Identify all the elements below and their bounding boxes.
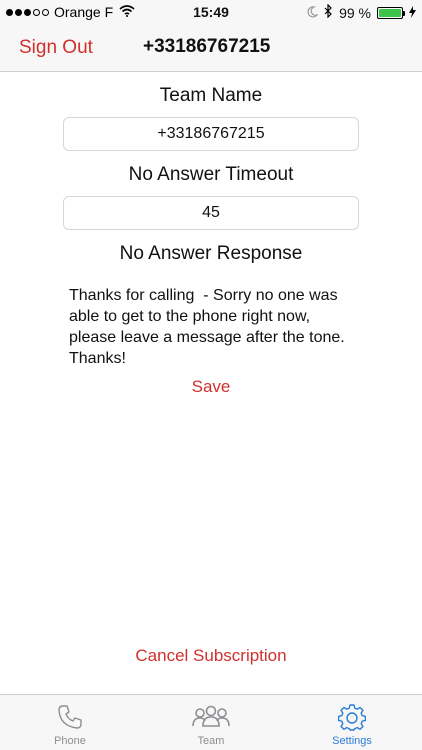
team-icon [191, 703, 231, 731]
battery-level-fill [379, 8, 401, 17]
gear-icon [338, 703, 366, 731]
no-answer-timeout-label: No Answer Timeout [128, 164, 294, 185]
cancel-subscription-button[interactable]: Cancel Subscription [0, 646, 422, 666]
tab-bar: Phone Team Settings [0, 694, 422, 750]
tab-phone[interactable]: Phone [0, 695, 140, 750]
sign-out-button[interactable]: Sign Out [19, 37, 93, 59]
tab-label: Phone [54, 735, 86, 747]
page-title: +33186767215 [143, 36, 271, 57]
status-bar: Orange F 15:49 99 % [0, 0, 422, 24]
tab-settings[interactable]: Settings [282, 695, 422, 750]
moon-icon [307, 5, 319, 21]
tab-team[interactable]: Team [141, 695, 281, 750]
no-answer-response-field[interactable]: Thanks for calling - Sorry no one was ab… [69, 285, 359, 369]
team-name-label: Team Name [159, 85, 263, 106]
tab-label: Team [197, 735, 225, 747]
phone-icon [57, 703, 83, 731]
tab-label: Settings [332, 735, 372, 747]
save-button[interactable]: Save [0, 377, 422, 397]
charging-icon [409, 5, 416, 21]
status-right: 99 % [307, 3, 416, 21]
navigation-bar: Sign Out +33186767215 [0, 24, 422, 72]
battery-icon [377, 6, 405, 19]
team-name-field[interactable]: +33186767215 [63, 117, 359, 151]
no-answer-timeout-field[interactable]: 45 [63, 196, 359, 230]
bluetooth-icon [324, 3, 333, 21]
no-answer-response-label: No Answer Response [119, 243, 303, 264]
battery-percent: 99 % [339, 4, 371, 21]
